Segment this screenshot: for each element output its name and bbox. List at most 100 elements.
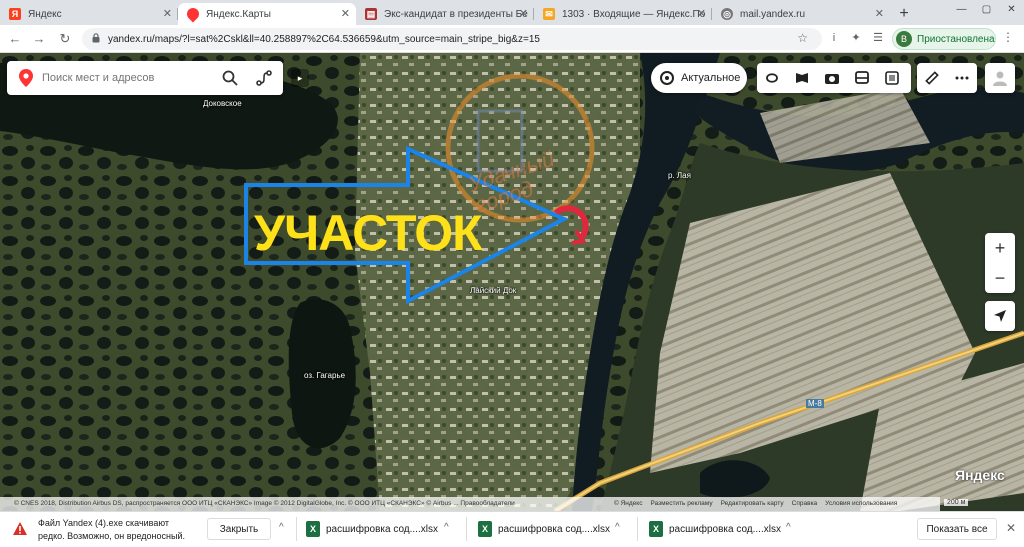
download-item[interactable]: X расшифровка сод....xlsx xyxy=(647,518,782,540)
url-text: yandex.ru/maps/?l=sat%2Cskl&ll=40.258897… xyxy=(108,33,540,45)
bookmark-star-icon[interactable]: ☆ xyxy=(797,31,808,45)
extension-info-icon[interactable]: i xyxy=(826,30,842,46)
satellite-map[interactable]: Удачный город УЧАСТОК Доковское р. Лая Л… xyxy=(0,53,1024,511)
forward-button[interactable]: → xyxy=(30,30,48,48)
warning-icon xyxy=(13,522,27,535)
transport-button[interactable] xyxy=(847,63,877,93)
scale-bar: 200 м xyxy=(944,499,969,506)
chevron-up-icon[interactable]: ^ xyxy=(444,522,449,533)
map-label-dokovskoe: Доковское xyxy=(203,99,242,108)
download-item[interactable]: X расшифровка сод....xlsx xyxy=(304,518,439,540)
ruler-icon xyxy=(925,71,939,85)
yandex-favicon-icon: Я xyxy=(9,8,21,20)
new-tab-button[interactable]: + xyxy=(890,3,918,25)
mail-favicon-icon: ✉ xyxy=(543,8,555,20)
more-button[interactable] xyxy=(947,63,977,93)
profile-button[interactable]: B Приостановлена xyxy=(892,28,996,50)
show-all-downloads-button[interactable]: Показать все xyxy=(917,518,997,540)
globe-favicon-icon: ◎ xyxy=(721,8,733,20)
tab-label: Экс-кандидат в президенты Бе xyxy=(384,8,528,20)
excel-file-icon: X xyxy=(478,521,492,537)
discard-download-button[interactable]: Закрыть xyxy=(207,518,271,540)
tab-strip: Я Яндекс ✕ Яндекс.Карты ✕ ▤ Экс-кандидат… xyxy=(0,0,1024,25)
chevron-up-icon[interactable]: ^ xyxy=(786,522,791,533)
window-controls: — ▢ ✕ xyxy=(949,0,1024,18)
panorama-button[interactable] xyxy=(787,63,817,93)
tab-label: 1303 · Входящие — Яндекс.По xyxy=(562,8,706,20)
close-tab-icon[interactable]: ✕ xyxy=(163,7,172,20)
search-box[interactable] xyxy=(7,61,283,95)
search-icon[interactable] xyxy=(221,69,239,87)
search-input[interactable] xyxy=(42,72,212,84)
close-tab-icon[interactable]: ✕ xyxy=(697,7,706,20)
map-label-river: р. Лая xyxy=(668,171,691,180)
map-label-laisky-dok: Лайский Док xyxy=(470,286,517,295)
back-button[interactable]: ← xyxy=(6,30,24,48)
download-bar: Файл Yandex (4).exe скачивают редко. Воз… xyxy=(0,511,1024,547)
window-close-button[interactable]: ✕ xyxy=(999,0,1024,18)
geolocation-button[interactable] xyxy=(985,301,1015,331)
tab-yandex[interactable]: Я Яндекс ✕ xyxy=(0,3,178,25)
map-attribution: © CNES 2018, Distribution Airbus DS, рас… xyxy=(0,497,610,511)
panorama-icon xyxy=(796,73,808,83)
close-tab-icon[interactable]: ✕ xyxy=(519,7,528,20)
traffic-button[interactable] xyxy=(877,63,907,93)
tab-mail-inbox[interactable]: ✉ 1303 · Входящие — Яндекс.По ✕ xyxy=(534,3,712,25)
reload-button[interactable]: ↻ xyxy=(56,30,74,48)
help-link[interactable]: Справка xyxy=(792,497,818,511)
tab-news[interactable]: ▤ Экс-кандидат в президенты Бе ✕ xyxy=(356,3,534,25)
actual-button[interactable]: Актуальное xyxy=(651,63,747,93)
footer-links: © Яндекс Разместить рекламу Редактироват… xyxy=(610,497,940,511)
chevron-up-icon[interactable]: ^ xyxy=(615,522,620,533)
minimize-button[interactable]: — xyxy=(949,0,974,18)
news-favicon-icon: ▤ xyxy=(365,8,377,20)
map-label-lake: оз. Гагарье xyxy=(304,371,346,380)
close-tab-icon[interactable]: ✕ xyxy=(875,7,884,20)
zoom-in-button[interactable]: + xyxy=(985,233,1015,263)
excel-file-icon: X xyxy=(649,521,663,537)
download-filename: расшифровка сод....xlsx xyxy=(498,523,610,535)
toolbar: ← → ↻ yandex.ru/maps/?l=sat%2Cskl&ll=40.… xyxy=(0,25,1024,53)
zoom-control: + − xyxy=(985,233,1015,293)
tab-label: Яндекс.Карты xyxy=(206,8,271,20)
traffic-icon xyxy=(885,71,899,85)
download-filename: расшифровка сод....xlsx xyxy=(669,523,781,535)
target-icon xyxy=(660,71,674,85)
close-tab-icon[interactable]: ✕ xyxy=(341,7,350,20)
yandex-maps-pin-icon xyxy=(19,69,33,87)
user-avatar-icon xyxy=(993,71,1007,86)
zoom-out-button[interactable]: − xyxy=(985,263,1015,293)
tab-yandex-maps[interactable]: Яндекс.Карты ✕ xyxy=(178,3,356,25)
chevron-up-icon[interactable]: ^ xyxy=(279,522,284,533)
reading-list-icon[interactable]: ☰ xyxy=(870,30,886,46)
route-icon[interactable] xyxy=(255,69,273,87)
layers-button[interactable] xyxy=(757,63,787,93)
tab-mail-yandex[interactable]: ◎ mail.yandex.ru ✕ xyxy=(712,3,890,25)
more-dots-icon xyxy=(955,76,969,80)
browser-menu-icon[interactable]: ⋮ xyxy=(1002,30,1014,44)
plot-overlay-label: УЧАСТОК xyxy=(254,205,483,261)
navigation-arrow-icon xyxy=(994,310,1006,322)
user-button[interactable] xyxy=(985,63,1015,93)
photos-button[interactable] xyxy=(817,63,847,93)
extension-puzzle-icon[interactable]: ✦ xyxy=(848,30,864,46)
download-warning-text: Файл Yandex (4).exe скачивают редко. Воз… xyxy=(38,518,186,541)
tools-toolbar xyxy=(917,63,977,93)
collapse-panel-button[interactable]: ▸ xyxy=(291,69,309,87)
avatar: B xyxy=(896,31,912,47)
ruler-button[interactable] xyxy=(917,63,947,93)
close-download-bar-icon[interactable]: ✕ xyxy=(1006,521,1016,535)
advertise-link[interactable]: Разместить рекламу xyxy=(650,497,712,511)
maximize-button[interactable]: ▢ xyxy=(974,0,999,18)
copyright-link[interactable]: © Яндекс xyxy=(614,497,642,511)
bus-icon xyxy=(855,71,869,84)
camera-icon xyxy=(825,74,839,84)
terms-link[interactable]: Условия использования xyxy=(825,497,897,511)
tab-label: mail.yandex.ru xyxy=(740,8,806,20)
maps-pin-favicon-icon xyxy=(184,5,202,23)
address-bar[interactable]: yandex.ru/maps/?l=sat%2Cskl&ll=40.258897… xyxy=(82,28,822,50)
satellite-imagery xyxy=(0,53,1024,511)
edit-map-link[interactable]: Редактировать карту xyxy=(721,497,784,511)
download-item[interactable]: X расшифровка сод....xlsx xyxy=(476,518,611,540)
lock-icon[interactable] xyxy=(92,33,100,43)
